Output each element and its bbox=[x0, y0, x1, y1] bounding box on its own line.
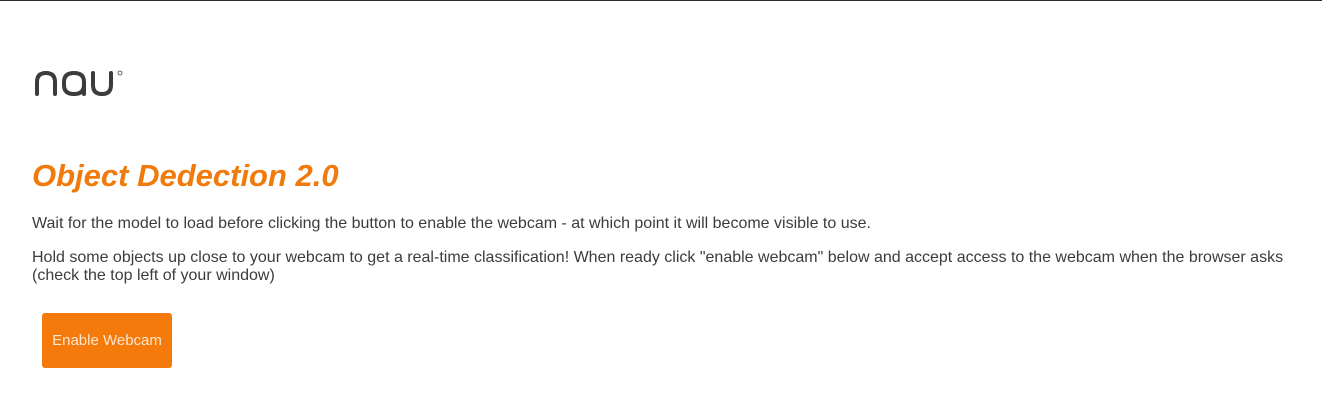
instructions-load: Wait for the model to load before clicki… bbox=[32, 215, 871, 232]
main-content: Object Dedection 2.0 Wait for the model … bbox=[32, 153, 1302, 285]
top-border bbox=[0, 0, 1322, 1]
nau-logo-icon bbox=[34, 68, 130, 98]
enable-webcam-button[interactable]: Enable Webcam bbox=[42, 313, 172, 368]
instructions-webcam: Hold some objects up close to your webca… bbox=[32, 249, 1284, 284]
page-title: Object Dedection 2.0 bbox=[32, 158, 339, 193]
